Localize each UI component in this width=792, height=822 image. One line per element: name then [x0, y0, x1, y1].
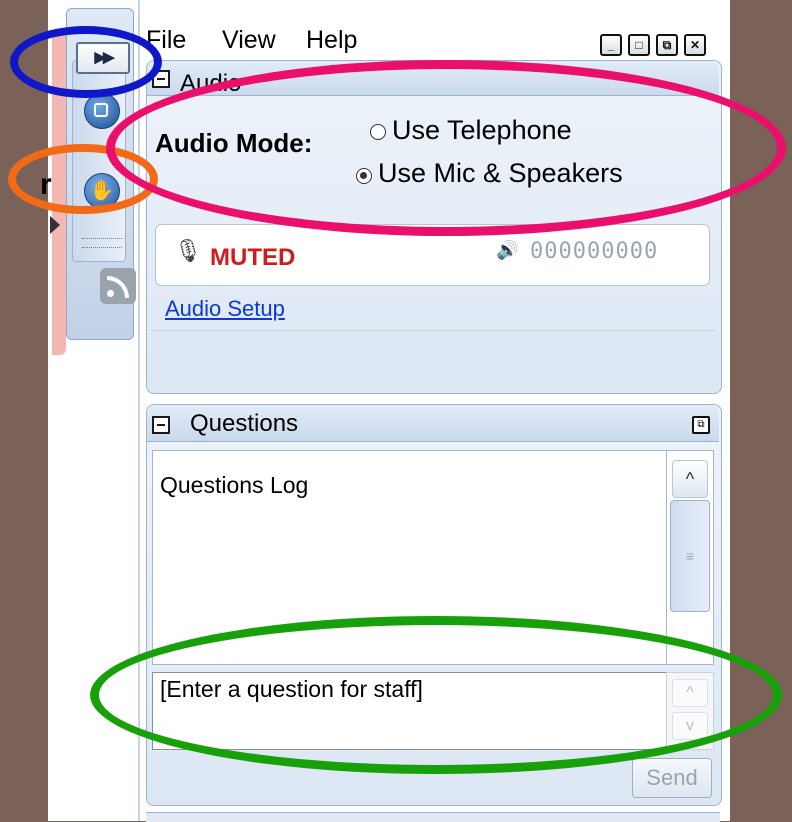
close-icon: ✕ [689, 38, 701, 52]
microphone-icon[interactable]: 🎙 [174, 238, 202, 264]
scroll-up-button[interactable]: ^ [672, 460, 708, 498]
minimize-button[interactable]: _ [600, 34, 622, 56]
questions-log-text: Questions Log [160, 472, 309, 498]
mic-status: MUTED [210, 244, 296, 271]
maximize-icon: □ [635, 38, 643, 52]
menu-bar: File View Help _ □ ⧉ ✕ [140, 10, 726, 56]
audio-divider [150, 330, 715, 331]
restore-button[interactable]: ⧉ [656, 34, 678, 56]
collapse-questions-icon[interactable] [152, 416, 170, 434]
scroll-thumb[interactable]: ≡ [670, 500, 710, 612]
chevron-up-icon: ^ [685, 469, 695, 489]
restore-icon: ⧉ [662, 38, 672, 52]
questions-popout-button[interactable]: ⧉ [692, 416, 710, 434]
left-panel-arrow-icon [50, 216, 60, 234]
menu-view[interactable]: View [222, 26, 276, 55]
speaker-icon[interactable]: 🔊 [496, 240, 518, 261]
toolbar-grip-handle[interactable] [82, 238, 122, 248]
audio-level-meter: 000000000 [530, 239, 659, 264]
annotation-ellipse-green [90, 616, 782, 774]
minimize-icon: _ [607, 38, 615, 52]
menu-help[interactable]: Help [306, 26, 357, 55]
stop-icon [94, 103, 108, 117]
popout-icon: ⧉ [697, 419, 705, 430]
maximize-button[interactable]: □ [628, 34, 650, 56]
audio-setup-link[interactable]: Audio Setup [165, 296, 285, 322]
close-button[interactable]: ✕ [684, 34, 706, 56]
annotation-ellipse-blue [10, 26, 162, 98]
questions-section-title: Questions [190, 410, 299, 437]
annotation-ellipse-pink [106, 60, 786, 236]
rss-icon [100, 268, 136, 304]
grip-icon: ≡ [685, 548, 695, 564]
send-button[interactable]: Send [632, 758, 712, 798]
stop-button[interactable] [84, 93, 120, 129]
